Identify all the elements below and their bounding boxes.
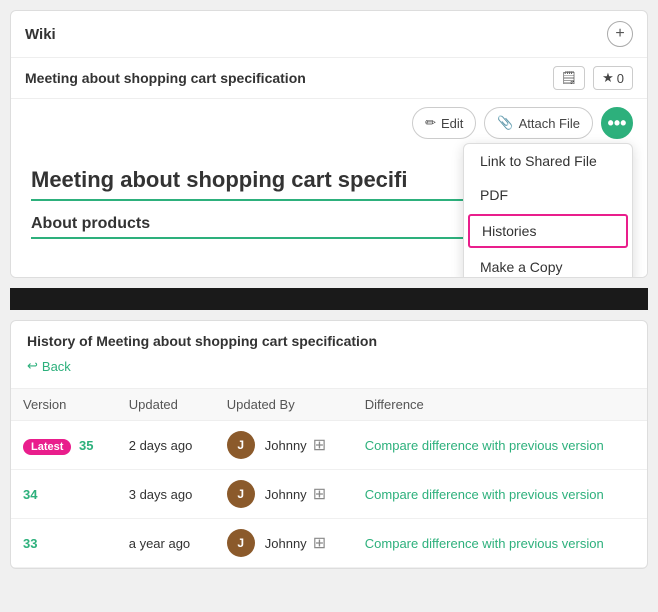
difference-cell: Compare difference with previous version xyxy=(353,519,647,568)
star-icon: ★ xyxy=(602,70,614,86)
wiki-toolbar: ✏ Edit 📎 Attach File ••• Link to Shared … xyxy=(11,99,647,147)
avatar: J xyxy=(227,431,255,459)
difference-cell: Compare difference with previous version xyxy=(353,470,647,519)
add-wiki-button[interactable]: + xyxy=(607,21,633,47)
updated-cell: 3 days ago xyxy=(117,470,215,519)
wiki-header: Wiki + xyxy=(11,11,647,58)
col-updated-by: Updated By xyxy=(215,389,353,421)
version-cell: Latest 35 xyxy=(11,421,117,470)
avatar: J xyxy=(227,480,255,508)
version-link-35[interactable]: 35 xyxy=(79,438,93,453)
dropdown-menu: Link to Shared File PDF Histories Make a… xyxy=(463,143,633,278)
updated-by-cell: J Johnny ⊞ xyxy=(215,519,353,568)
back-link[interactable]: ↩ Back xyxy=(27,358,71,374)
paperclip-icon: 📎 xyxy=(497,115,513,131)
dark-divider xyxy=(10,288,648,310)
star-badge: ★ 0 xyxy=(593,66,633,90)
version-cell: 33 xyxy=(11,519,117,568)
dropdown-item-pdf[interactable]: PDF xyxy=(464,178,632,212)
updated-cell: a year ago xyxy=(117,519,215,568)
back-arrow-icon: ↩ xyxy=(27,358,38,374)
dropdown-item-histories[interactable]: Histories xyxy=(468,214,628,248)
table-row: 34 3 days ago J Johnny ⊞ Compare differe… xyxy=(11,470,647,519)
pencil-icon: ✏ xyxy=(425,115,436,131)
table-row: 33 a year ago J Johnny ⊞ Compare differe… xyxy=(11,519,647,568)
wiki-panel: Wiki + Meeting about shopping cart speci… xyxy=(10,10,648,278)
updated-by-cell: J Johnny ⊞ xyxy=(215,421,353,470)
user-name: Johnny xyxy=(265,438,307,453)
history-table: Version Updated Updated By Difference La… xyxy=(11,388,647,568)
star-count: 0 xyxy=(617,71,624,86)
attach-label: Attach File xyxy=(519,116,580,131)
wiki-doc-header: Meeting about shopping cart specificatio… xyxy=(11,58,647,99)
user-name: Johnny xyxy=(265,487,307,502)
history-table-body: Latest 35 2 days ago J Johnny ⊞ Compare … xyxy=(11,421,647,568)
history-panel: History of Meeting about shopping cart s… xyxy=(10,320,648,569)
avatar: J xyxy=(227,529,255,557)
table-row: Latest 35 2 days ago J Johnny ⊞ Compare … xyxy=(11,421,647,470)
updated-by-cell: J Johnny ⊞ xyxy=(215,470,353,519)
version-link-33[interactable]: 33 xyxy=(23,536,37,551)
doc-icon: 🗒 xyxy=(561,70,578,86)
compare-icon: ⊞ xyxy=(313,484,326,504)
history-header: History of Meeting about shopping cart s… xyxy=(11,321,647,388)
user-name: Johnny xyxy=(265,536,307,551)
attach-file-button[interactable]: 📎 Attach File xyxy=(484,107,593,139)
col-version: Version xyxy=(11,389,117,421)
more-dots-icon: ••• xyxy=(608,113,627,134)
compare-link-33[interactable]: Compare difference with previous version xyxy=(365,536,635,551)
wiki-title: Wiki xyxy=(25,26,56,43)
doc-icon-button[interactable]: 🗒 xyxy=(553,66,586,90)
compare-link-35[interactable]: Compare difference with previous version xyxy=(365,438,635,453)
more-options-button[interactable]: ••• xyxy=(601,107,633,139)
wiki-doc-title: Meeting about shopping cart specificatio… xyxy=(25,70,545,86)
col-difference: Difference xyxy=(353,389,647,421)
version-cell: 34 xyxy=(11,470,117,519)
dropdown-item-link-shared[interactable]: Link to Shared File xyxy=(464,144,632,178)
back-label: Back xyxy=(42,359,71,374)
history-title: History of Meeting about shopping cart s… xyxy=(27,333,631,349)
dropdown-item-make-copy[interactable]: Make a Copy xyxy=(464,250,632,278)
compare-link-34[interactable]: Compare difference with previous version xyxy=(365,487,635,502)
updated-cell: 2 days ago xyxy=(117,421,215,470)
edit-button[interactable]: ✏ Edit xyxy=(412,107,476,139)
version-link-34[interactable]: 34 xyxy=(23,487,37,502)
table-header-row: Version Updated Updated By Difference xyxy=(11,389,647,421)
edit-label: Edit xyxy=(441,116,463,131)
latest-badge: Latest xyxy=(23,439,71,455)
col-updated: Updated xyxy=(117,389,215,421)
compare-icon: ⊞ xyxy=(313,435,326,455)
difference-cell: Compare difference with previous version xyxy=(353,421,647,470)
compare-icon: ⊞ xyxy=(313,533,326,553)
